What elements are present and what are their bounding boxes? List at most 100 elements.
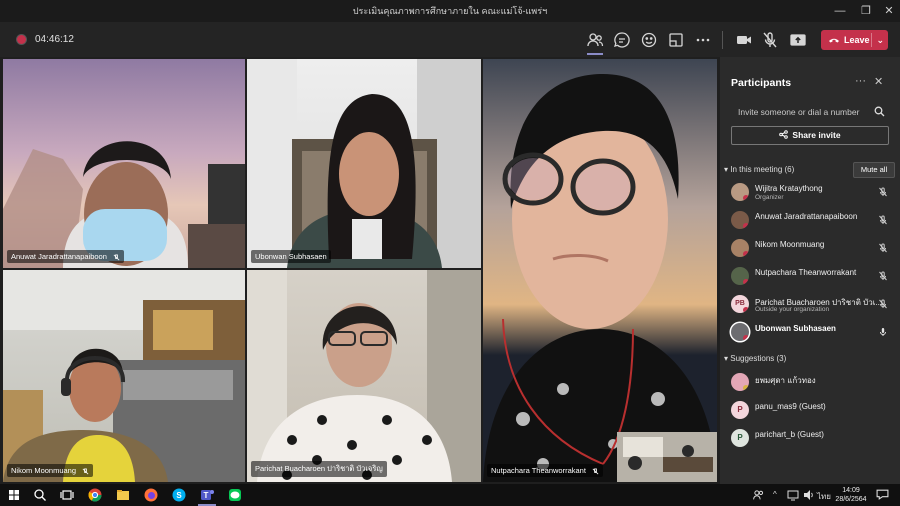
video-tile-parichat[interactable]: Parichat Buacharoen ปาริชาติ บัวเจริญ (247, 270, 481, 482)
avatar (731, 373, 749, 391)
suggestions-section-header[interactable]: ▾ Suggestions (3) (724, 354, 786, 363)
camera-icon[interactable] (734, 30, 754, 50)
mic-muted-icon (82, 467, 89, 474)
avatar (731, 239, 749, 257)
teams-icon[interactable]: T (199, 487, 215, 503)
tray-chevron-icon[interactable]: ^ (773, 490, 777, 499)
share-invite-button[interactable]: Share invite (731, 126, 889, 145)
presence-away-icon (743, 385, 749, 391)
avatar (731, 183, 749, 201)
meeting-timer: 04:46:12 (35, 34, 74, 45)
avatar: P (731, 401, 749, 419)
participant-row[interactable]: Nutpachara Theanworrakant (720, 263, 900, 289)
suggestion-row[interactable]: P panu_mas9 (Guest) (720, 397, 900, 423)
video-name-tag: Anuwat Jaradrattanapaiboon (7, 250, 124, 263)
minimize-button[interactable]: — (831, 3, 849, 19)
avatar: PB (731, 295, 749, 313)
panel-title: Participants (731, 77, 792, 89)
mic-muted-icon (879, 299, 887, 309)
participants-panel: Participants ··· ✕ Invite someone or dia… (720, 57, 900, 484)
video-feed-nikom (3, 270, 245, 482)
invite-input[interactable]: Invite someone or dial a number (731, 101, 889, 123)
chat-icon[interactable] (612, 30, 632, 50)
mute-all-button[interactable]: Mute all (853, 162, 895, 178)
avatar (731, 323, 749, 341)
avatar (731, 211, 749, 229)
meeting-toolbar: 04:46:12 Leave ⌄ (0, 22, 900, 57)
presence-busy-icon (743, 223, 749, 229)
volume-icon[interactable] (803, 489, 815, 501)
participant-row[interactable]: Ubonwan Subhasaen (720, 319, 900, 345)
avatar (731, 267, 749, 285)
close-window-button[interactable]: ✕ (880, 3, 898, 19)
participant-row[interactable]: PB Parichat Buacharoen ปาริชาติ บัวเ... … (720, 291, 900, 317)
skype-icon[interactable]: S (171, 487, 187, 503)
toolbar-divider (722, 31, 723, 49)
presence-busy-icon (743, 251, 749, 257)
leave-options-chevron-icon[interactable]: ⌄ (871, 33, 884, 47)
search-icon[interactable] (32, 487, 48, 503)
input-language[interactable]: ไทย (817, 490, 831, 503)
participant-row[interactable]: Anuwat Jaradrattanapaiboon (720, 207, 900, 233)
mic-icon (880, 328, 886, 336)
presence-busy-icon (743, 307, 749, 313)
video-name-tag: Parichat Buacharoen ปาริชาติ บัวเจริญ (251, 461, 387, 477)
network-icon[interactable] (787, 489, 799, 501)
recording-indicator-icon (17, 35, 26, 44)
participant-row[interactable]: Wijitra Krataythong Organizer (720, 179, 900, 205)
window-title: ประเมินคุณภาพการศึกษาภายใน คณะแม่โจ้-แพร… (352, 6, 548, 16)
avatar: P (731, 429, 749, 447)
suggestion-row[interactable]: P parichart_b (Guest) (720, 425, 900, 451)
mic-muted-icon (879, 187, 887, 197)
windows-start-icon[interactable] (6, 487, 22, 503)
panel-close-icon[interactable]: ✕ (874, 75, 883, 88)
system-clock[interactable]: 14:09 28/6/2564 (835, 486, 867, 504)
search-icon (874, 106, 885, 117)
notifications-icon[interactable] (876, 488, 889, 501)
video-name-tag: Ubonwan Subhasaen (251, 250, 331, 263)
mic-muted-icon (113, 253, 120, 260)
in-meeting-section-header[interactable]: ▾ In this meeting (6) (724, 165, 794, 174)
reactions-icon[interactable] (639, 30, 659, 50)
video-tile-nikom[interactable]: Nikom Moonmuang (3, 270, 245, 482)
participant-row[interactable]: Nikom Moonmuang (720, 235, 900, 261)
video-feed-nutpachara (483, 74, 717, 482)
video-name-tag: Nikom Moonmuang (7, 464, 94, 477)
taskbar: S T ^ ไทย 14:09 28/6/2564 (0, 484, 900, 506)
video-feed-anuwat (3, 141, 245, 268)
mic-muted-icon[interactable] (760, 30, 780, 50)
share-screen-icon[interactable] (788, 30, 808, 50)
panel-more-icon[interactable]: ··· (855, 75, 866, 87)
line-icon[interactable] (227, 487, 243, 503)
chrome-icon[interactable] (87, 487, 103, 503)
video-feed-ubonwan (247, 59, 481, 268)
participants-icon[interactable] (585, 30, 605, 55)
share-icon (779, 130, 789, 139)
mic-muted-icon (592, 467, 599, 474)
leave-label: Leave (844, 35, 870, 45)
mic-muted-icon (879, 271, 887, 281)
task-view-icon[interactable] (59, 487, 75, 503)
people-icon[interactable] (752, 488, 765, 501)
video-tile-ubonwan[interactable]: Ubonwan Subhasaen (247, 59, 481, 268)
suggestion-row[interactable]: ยพมศุดา แก้วทอง (720, 369, 900, 395)
video-tile-anuwat[interactable]: Anuwat Jaradrattanapaiboon (3, 59, 245, 268)
invite-placeholder: Invite someone or dial a number (738, 107, 860, 117)
maximize-button[interactable]: ❐ (857, 3, 875, 19)
presence-busy-icon (743, 195, 749, 201)
hang-up-icon (829, 38, 839, 43)
video-tile-nutpachara[interactable]: Nutpachara Theanworrakant (483, 59, 717, 482)
svg-text:S: S (176, 491, 182, 500)
mic-muted-icon (879, 215, 887, 225)
presence-busy-icon (743, 279, 749, 285)
rooms-icon[interactable] (666, 30, 686, 50)
firefox-icon[interactable] (143, 487, 159, 503)
file-explorer-icon[interactable] (115, 487, 131, 503)
presence-busy-icon (743, 335, 749, 341)
leave-button[interactable]: Leave ⌄ (821, 30, 888, 50)
video-name-tag: Nutpachara Theanworrakant (487, 464, 604, 477)
title-bar: ประเมินคุณภาพการศึกษาภายใน คณะแม่โจ้-แพร… (0, 0, 900, 22)
video-feed-parichat (247, 270, 481, 482)
mic-muted-icon (879, 243, 887, 253)
more-actions-icon[interactable] (693, 30, 713, 50)
